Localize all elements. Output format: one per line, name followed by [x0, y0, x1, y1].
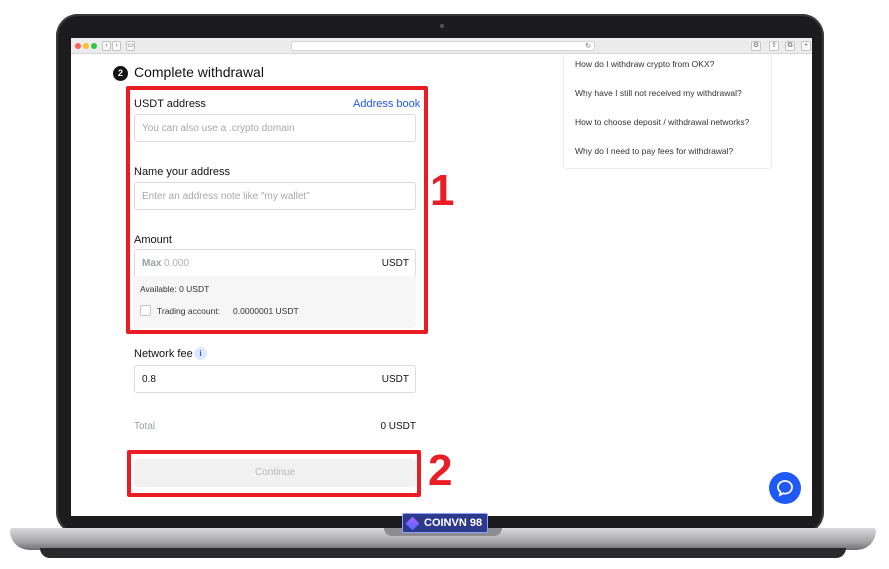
total-label: Total [134, 421, 156, 432]
chat-button[interactable] [769, 472, 801, 504]
coinvn-watermark-logo: COINVN 98 [402, 513, 488, 533]
step-number-badge: 2 [113, 66, 128, 81]
info-icon[interactable]: i [194, 347, 207, 360]
laptop-foot [40, 548, 846, 558]
faq-item[interactable]: How to choose deposit / withdrawal netwo… [575, 117, 749, 127]
chevron-left-icon[interactable]: ‹ [102, 41, 111, 51]
chat-bubble-icon [777, 480, 793, 497]
address-bar[interactable]: ↻ [291, 41, 595, 51]
coinvn-logo-icon [405, 516, 420, 531]
tabs-icon[interactable]: ⧉ [785, 41, 795, 51]
chevron-right-icon[interactable]: › [112, 41, 121, 51]
webcam [440, 24, 444, 28]
sidebar-icon[interactable]: ▭ [126, 41, 135, 51]
network-fee-value: 0.8 [142, 374, 156, 385]
network-fee-unit: USDT [381, 374, 409, 385]
network-fee-field: 0.8 USDT [134, 365, 416, 393]
total-value: 0 USDT [380, 421, 416, 432]
step-title: Complete withdrawal [134, 64, 264, 80]
faq-item[interactable]: Why have I still not received my withdra… [575, 88, 742, 98]
annotation-box-2 [127, 450, 421, 497]
settings-icon[interactable]: ⚙ [751, 41, 761, 51]
new-tab-icon[interactable]: + [801, 41, 811, 51]
annotation-number-2: 2 [428, 446, 453, 495]
reload-icon[interactable]: ↻ [585, 42, 591, 51]
network-fee-label: Network fee [134, 348, 193, 360]
share-icon[interactable]: ⇪ [769, 41, 779, 51]
minimize-window-button[interactable] [83, 43, 89, 49]
watermark-text: COINVN 98 [424, 517, 483, 529]
faq-item[interactable]: How do I withdraw crypto from OKX? [575, 59, 714, 69]
close-window-button[interactable] [75, 43, 81, 49]
annotation-box-1 [126, 86, 428, 334]
faq-item[interactable]: Why do I need to pay fees for withdrawal… [575, 146, 733, 156]
annotation-number-1: 1 [430, 166, 455, 215]
faq-panel: How do I withdraw crypto from OKX? Why h… [563, 52, 772, 169]
maximize-window-button[interactable] [91, 43, 97, 49]
